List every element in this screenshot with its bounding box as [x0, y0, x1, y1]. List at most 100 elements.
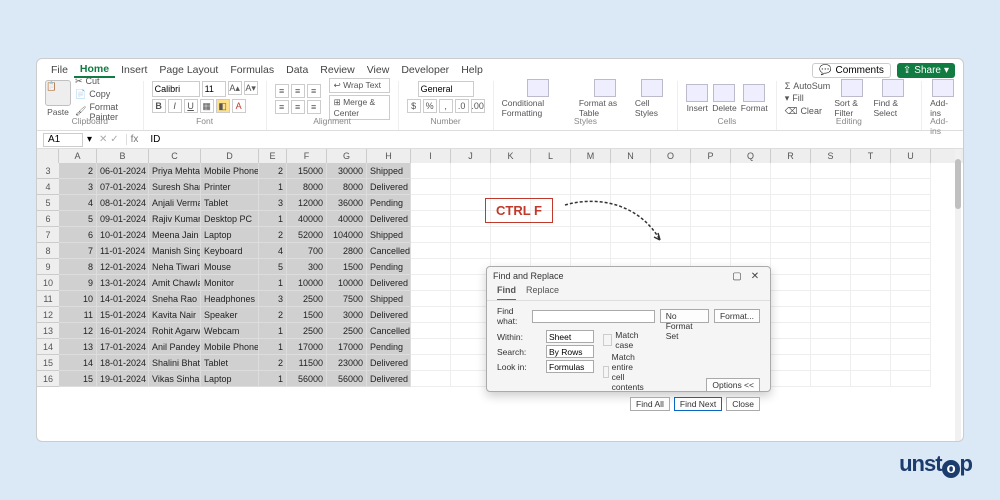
empty-cell[interactable] — [451, 339, 491, 355]
empty-cell[interactable] — [771, 371, 811, 387]
formula-input[interactable]: ID — [150, 134, 160, 145]
empty-cell[interactable] — [411, 371, 451, 387]
empty-cell[interactable] — [811, 195, 851, 211]
col-header-D[interactable]: D — [201, 149, 259, 163]
cell[interactable]: 10-01-2024 — [97, 227, 149, 243]
col-header-P[interactable]: P — [691, 149, 731, 163]
empty-cell[interactable] — [891, 355, 931, 371]
delete-cells-button[interactable]: Delete — [712, 84, 737, 113]
empty-cell[interactable] — [891, 211, 931, 227]
menu-page-layout[interactable]: Page Layout — [153, 64, 224, 76]
empty-cell[interactable] — [691, 163, 731, 179]
cell[interactable]: Manish Singh — [149, 243, 201, 259]
cell[interactable]: 1 — [259, 179, 287, 195]
cell[interactable]: 15 — [59, 371, 97, 387]
empty-cell[interactable] — [851, 307, 891, 323]
italic-button[interactable]: I — [168, 99, 182, 113]
empty-cell[interactable] — [451, 227, 491, 243]
autosum-button[interactable]: Σ AutoSum — [785, 81, 831, 91]
empty-cell[interactable] — [451, 163, 491, 179]
empty-cell[interactable] — [611, 179, 651, 195]
empty-cell[interactable] — [771, 179, 811, 195]
col-header-Q[interactable]: Q — [731, 149, 771, 163]
cell[interactable]: 104000 — [327, 227, 367, 243]
share-button[interactable]: ⇪ Share ▾ — [897, 63, 955, 78]
empty-cell[interactable] — [851, 243, 891, 259]
font-family-select[interactable] — [152, 81, 200, 97]
col-header-M[interactable]: M — [571, 149, 611, 163]
col-header-T[interactable]: T — [851, 149, 891, 163]
close-button[interactable]: Close — [726, 397, 760, 411]
no-format-button[interactable]: No Format Set — [660, 309, 709, 323]
cell[interactable]: 18-01-2024 — [97, 355, 149, 371]
empty-cell[interactable] — [531, 163, 571, 179]
cell[interactable]: 4 — [59, 195, 97, 211]
col-header-H[interactable]: H — [367, 149, 411, 163]
empty-cell[interactable] — [891, 163, 931, 179]
empty-cell[interactable] — [811, 259, 851, 275]
format-cells-button[interactable]: Format — [741, 84, 768, 113]
cell[interactable]: 4 — [259, 243, 287, 259]
menu-review[interactable]: Review — [314, 64, 360, 76]
col-header-I[interactable]: I — [411, 149, 451, 163]
empty-cell[interactable] — [691, 227, 731, 243]
scrollbar-thumb[interactable] — [955, 159, 961, 209]
cell[interactable]: 11-01-2024 — [97, 243, 149, 259]
align-left-button[interactable]: ≡ — [275, 100, 289, 114]
empty-cell[interactable] — [451, 291, 491, 307]
col-header-U[interactable]: U — [891, 149, 931, 163]
cell[interactable]: 2500 — [327, 323, 367, 339]
match-case-checkbox[interactable]: Match case — [603, 330, 647, 350]
cell[interactable]: Delivered — [367, 275, 411, 291]
empty-cell[interactable] — [571, 243, 611, 259]
cell[interactable]: 12000 — [287, 195, 327, 211]
find-all-button[interactable]: Find All — [630, 397, 670, 411]
row-header-4[interactable]: 4 — [37, 179, 59, 195]
cell[interactable]: 40000 — [287, 211, 327, 227]
cell[interactable]: Shipped — [367, 163, 411, 179]
cell[interactable]: 17-01-2024 — [97, 339, 149, 355]
empty-cell[interactable] — [411, 275, 451, 291]
empty-cell[interactable] — [571, 227, 611, 243]
align-middle-button[interactable]: ≡ — [291, 84, 305, 98]
cell[interactable]: 2 — [259, 307, 287, 323]
align-top-button[interactable]: ≡ — [275, 84, 289, 98]
increase-decimal-button[interactable]: .0 — [455, 99, 469, 113]
empty-cell[interactable] — [451, 243, 491, 259]
font-color-button[interactable]: A — [232, 99, 246, 113]
empty-cell[interactable] — [811, 307, 851, 323]
cell[interactable]: 8000 — [287, 179, 327, 195]
empty-cell[interactable] — [411, 323, 451, 339]
match-cell-checkbox[interactable]: Match entire cell contents — [603, 352, 647, 392]
empty-cell[interactable] — [491, 179, 531, 195]
cell[interactable]: Shipped — [367, 291, 411, 307]
cell[interactable]: Shipped — [367, 227, 411, 243]
col-header-L[interactable]: L — [531, 149, 571, 163]
cell[interactable]: 56000 — [287, 371, 327, 387]
empty-cell[interactable] — [811, 163, 851, 179]
cell[interactable]: 700 — [287, 243, 327, 259]
empty-cell[interactable] — [651, 163, 691, 179]
cell[interactable]: 5 — [259, 259, 287, 275]
cell[interactable]: 2 — [259, 355, 287, 371]
empty-cell[interactable] — [411, 211, 451, 227]
cell[interactable]: 09-01-2024 — [97, 211, 149, 227]
cell[interactable]: Mobile Phone — [201, 339, 259, 355]
empty-cell[interactable] — [851, 259, 891, 275]
empty-cell[interactable] — [451, 275, 491, 291]
cell[interactable]: 1 — [259, 371, 287, 387]
menu-help[interactable]: Help — [455, 64, 489, 76]
format-button[interactable]: Format... — [714, 309, 760, 323]
number-format-select[interactable] — [418, 81, 474, 97]
cell[interactable]: 30000 — [327, 163, 367, 179]
row-header-5[interactable]: 5 — [37, 195, 59, 211]
cell[interactable]: 2500 — [287, 323, 327, 339]
empty-cell[interactable] — [411, 355, 451, 371]
empty-cell[interactable] — [531, 227, 571, 243]
col-header-C[interactable]: C — [149, 149, 201, 163]
cell[interactable]: 15-01-2024 — [97, 307, 149, 323]
paste-button[interactable]: 📋Paste — [45, 80, 71, 117]
empty-cell[interactable] — [571, 195, 611, 211]
cell[interactable]: Mouse — [201, 259, 259, 275]
cell[interactable]: 14-01-2024 — [97, 291, 149, 307]
